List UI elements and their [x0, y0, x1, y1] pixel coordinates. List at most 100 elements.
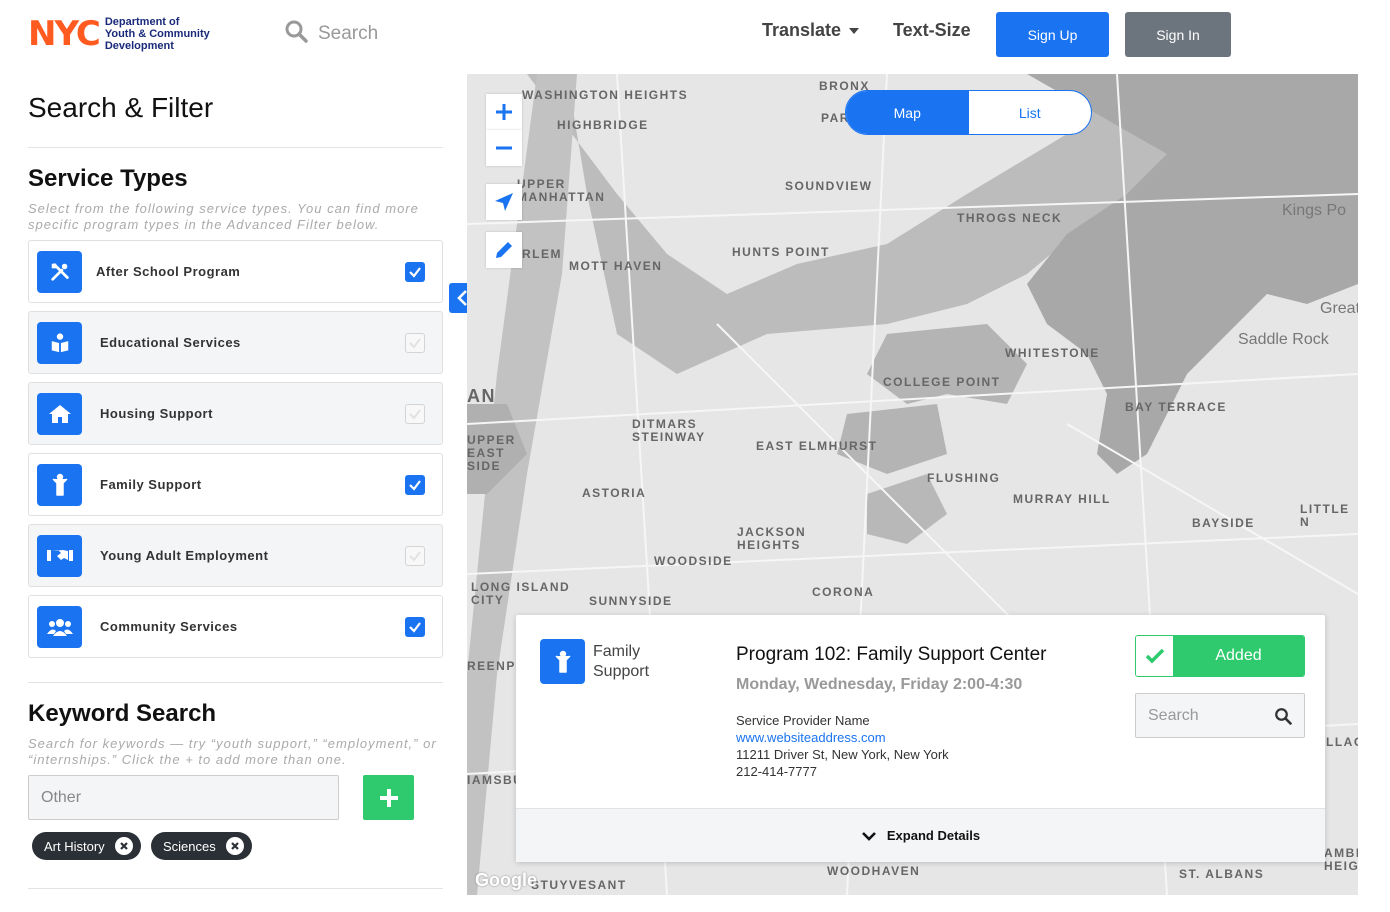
logo-department-line: Department of [104, 16, 180, 28]
nyc-logo[interactable]: NYC Department of Youth & Community Deve… [28, 14, 248, 54]
logo-department-line: Youth & Community [104, 28, 210, 40]
map-label: ST. ALBANS [1179, 867, 1265, 881]
program-address: 11211 Driver St, New York, New York [736, 747, 949, 762]
service-type-checkbox[interactable] [405, 616, 425, 637]
map-label: EAST ELMHURST [756, 439, 878, 453]
card-search-input[interactable]: Search [1135, 693, 1305, 738]
service-type-checkbox[interactable] [405, 403, 425, 424]
book-reader-icon [37, 321, 82, 364]
service-type-checkbox[interactable] [405, 474, 425, 495]
map-label: MOTT HAVEN [569, 259, 663, 273]
map-label: WOODSIDE [654, 554, 733, 568]
sign-in-button[interactable]: Sign In [1125, 12, 1231, 57]
text-size-button[interactable]: Text-Size [893, 20, 971, 41]
service-type-label: Community Services [100, 619, 238, 634]
service-type-community[interactable]: Community Services [28, 595, 443, 658]
map-label: BAYSIDE [1192, 516, 1255, 530]
logo-department: Department of Youth & Community Developm… [105, 16, 210, 52]
service-type-young-adult-employment[interactable]: Young Adult Employment [28, 524, 443, 587]
service-type-label: Family Support [100, 477, 202, 492]
location-arrow-icon [495, 193, 513, 211]
map-label: COLLEGE POINT [883, 375, 1001, 389]
map-label: MURRAY HILL [1013, 492, 1111, 506]
added-label: Added [1173, 636, 1304, 676]
chevron-down-icon [861, 831, 876, 841]
map-label: IAMSBU [467, 773, 524, 787]
map-list-toggle[interactable]: Map List [845, 90, 1092, 135]
program-details: Service Provider Name www.websiteaddress… [736, 712, 949, 780]
card-search-placeholder: Search [1148, 706, 1199, 724]
map-label: BAY TERRACE [1125, 400, 1227, 414]
map-label: Great [1320, 300, 1358, 317]
map-label: REENP [467, 659, 516, 673]
logo-department-line: Development [104, 40, 174, 52]
service-type-label: Young Adult Employment [100, 548, 269, 563]
map-label: Kings Po [1282, 202, 1347, 219]
keyword-input[interactable]: Other [28, 775, 339, 820]
zoom-in-button[interactable] [486, 94, 522, 130]
map-label: CORONA [812, 585, 875, 599]
map-label: AN [467, 386, 496, 406]
map-label: ASTORIA [582, 486, 647, 500]
zoom-out-button[interactable] [486, 130, 522, 166]
program-phone: 212-414-7777 [736, 764, 817, 779]
service-type-label: Educational Services [100, 335, 241, 350]
map-label: WHITESTONE [1005, 346, 1100, 360]
service-types-title: Service Types [28, 165, 188, 192]
add-keyword-button[interactable] [363, 775, 414, 820]
search-icon [1275, 707, 1292, 725]
child-icon [37, 463, 82, 506]
map-label: THROGS NECK [957, 211, 1063, 225]
keyword-tag-label: Art History [44, 838, 105, 854]
added-button[interactable]: Added [1135, 635, 1305, 677]
service-type-checkbox[interactable] [405, 261, 425, 282]
header-search-label: Search [318, 23, 379, 44]
map-label: DITMARS STEINWAY [632, 417, 706, 444]
service-type-label: Housing Support [100, 406, 213, 421]
draw-area-button[interactable] [486, 232, 522, 268]
map-label: WASHINGTON HEIGHTS [522, 88, 689, 102]
expand-details-button[interactable]: Expand Details [516, 808, 1325, 862]
program-title[interactable]: Program 102: Family Support Center [736, 644, 1046, 666]
locate-me-button[interactable] [486, 184, 522, 220]
service-type-checkbox[interactable] [405, 332, 425, 353]
service-type-checkbox[interactable] [405, 545, 425, 566]
check-icon [1136, 636, 1173, 676]
plus-icon [496, 104, 512, 120]
divider [28, 888, 443, 889]
website-link[interactable]: www.websiteaddress.com [736, 729, 949, 746]
divider [28, 682, 443, 683]
toggle-map[interactable]: Map [846, 91, 969, 134]
remove-tag-icon[interactable] [225, 837, 244, 855]
service-type-after-school[interactable]: After School Program [28, 240, 443, 303]
map-label: HUNTS POINT [732, 245, 830, 259]
service-type-educational[interactable]: Educational Services [28, 311, 443, 374]
service-types-hint: Select from the following service types.… [28, 201, 419, 232]
header-search[interactable]: Search [284, 20, 378, 48]
search-icon [284, 19, 308, 49]
expand-details-label: Expand Details [886, 828, 981, 843]
program-card: Family Support Program 102: Family Suppo… [516, 615, 1325, 862]
remove-tag-icon[interactable] [114, 837, 133, 855]
tools-icon [37, 250, 82, 293]
translate-dropdown[interactable]: Translate [762, 20, 860, 41]
users-icon [37, 605, 82, 648]
service-type-housing[interactable]: Housing Support [28, 382, 443, 445]
map-label: UPPER EAST SIDE [467, 433, 516, 473]
translate-label: Translate [762, 20, 842, 40]
program-schedule: Monday, Wednesday, Friday 2:00-4:30 [736, 676, 1023, 693]
sign-up-button[interactable]: Sign Up [996, 12, 1109, 57]
service-type-label: After School Program [96, 264, 241, 279]
map-label: UPPER MANHATTAN [517, 177, 606, 204]
text-size-label: Text-Size [893, 20, 971, 40]
map-view[interactable]: WASHINGTON HEIGHTS HIGHBRIDGE BRONX PAR … [467, 74, 1358, 895]
service-type-family-support[interactable]: Family Support [28, 453, 443, 516]
toggle-list[interactable]: List [969, 91, 1092, 134]
map-label: JACKSON HEIGHTS [737, 525, 807, 552]
map-label: SUNNYSIDE [589, 594, 673, 608]
google-attribution: Google [475, 870, 537, 890]
program-category: Family Support [593, 643, 650, 680]
caret-down-icon [849, 27, 860, 34]
keyword-search-title: Keyword Search [28, 700, 217, 727]
plus-icon [379, 788, 398, 807]
